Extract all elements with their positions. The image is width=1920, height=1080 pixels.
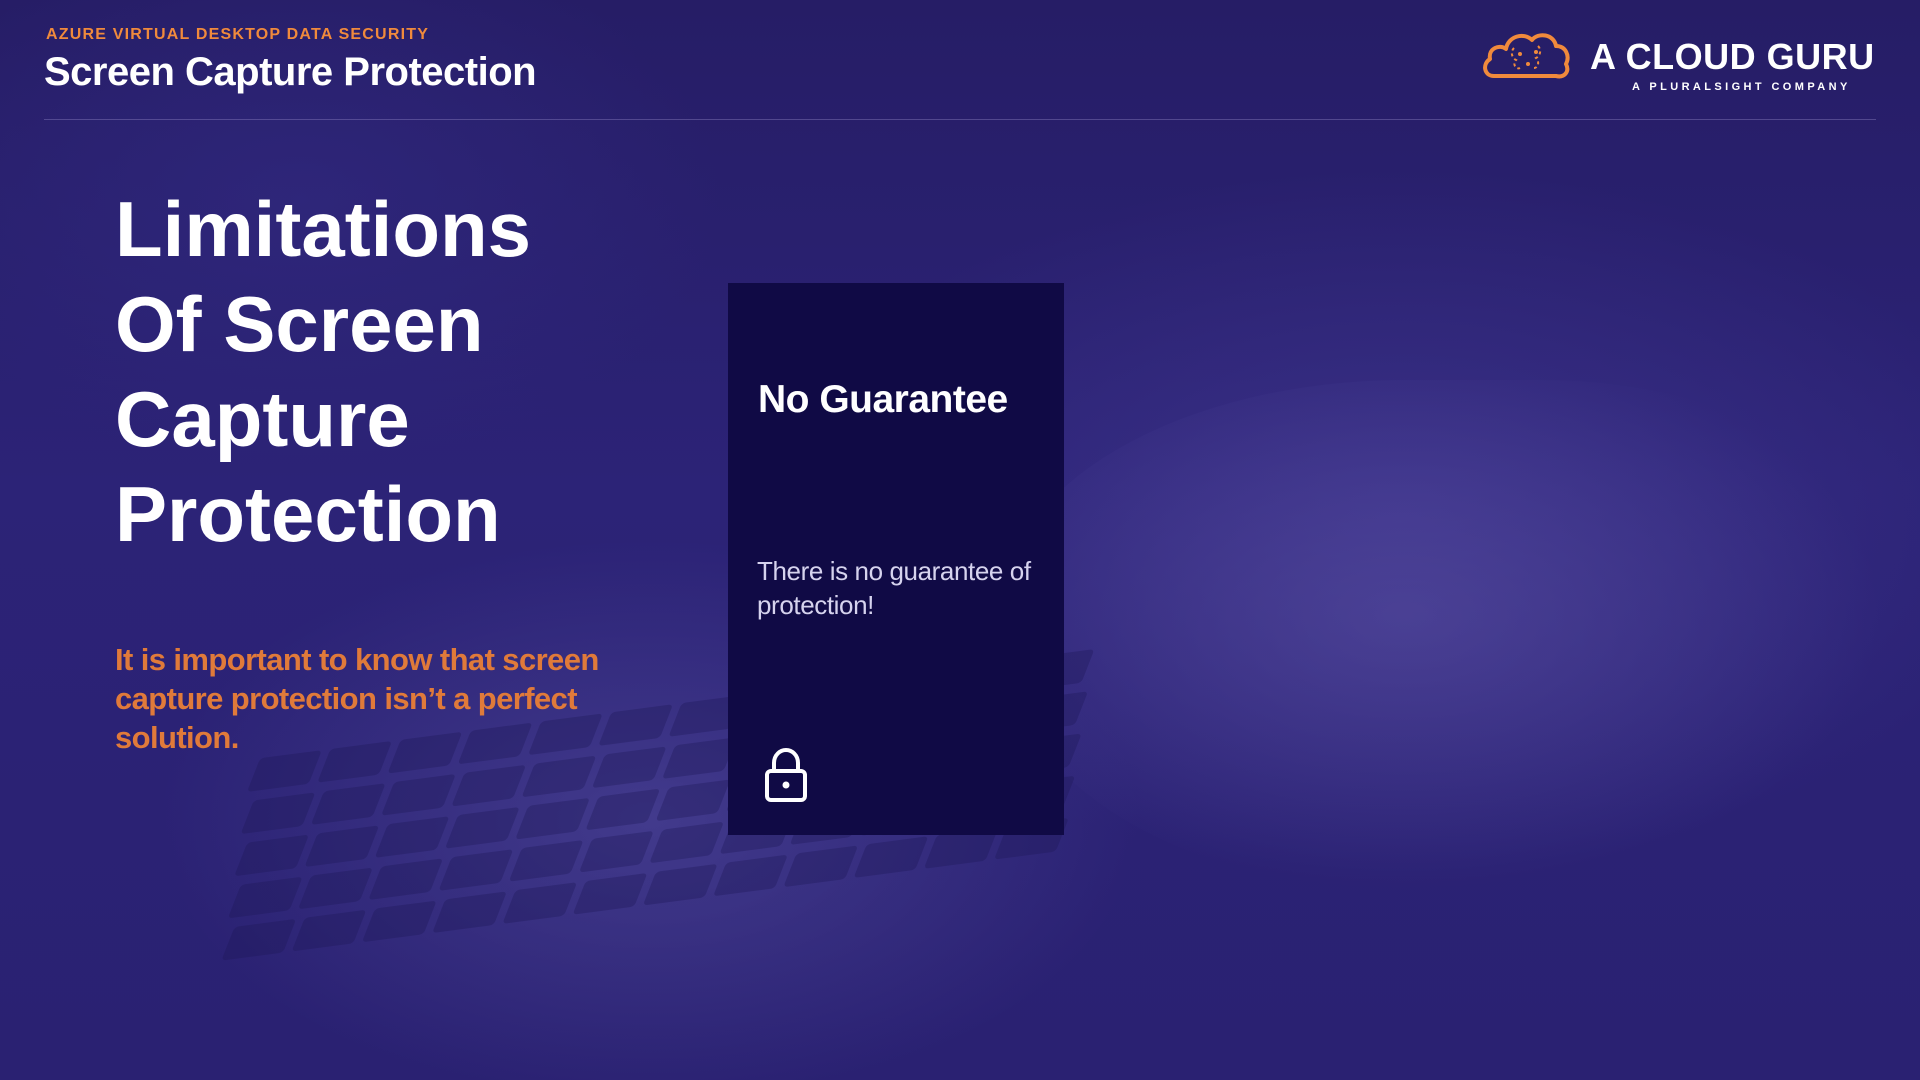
info-card: No Guarantee There is no guarantee of pr…: [728, 283, 1064, 835]
background-key: [368, 858, 444, 901]
background-key: [432, 891, 507, 934]
main-heading-line: Limitations: [115, 185, 532, 273]
cloud-brain-icon: [1483, 33, 1570, 79]
background-key: [642, 863, 718, 906]
callout-text: It is important to know that screen capt…: [115, 642, 599, 755]
header-eyebrow: AZURE VIRTUAL DESKTOP DATA SECURITY: [46, 26, 430, 43]
background-key: [585, 788, 661, 831]
background-key: [304, 825, 380, 868]
background-key: [381, 773, 456, 816]
background-key: [374, 816, 450, 858]
background-key: [783, 845, 859, 888]
brand-logo: A CLOUD GURU A PLURALSIGHT COMPANY: [1480, 26, 1880, 96]
logo-name: A CLOUD GURU: [1590, 36, 1875, 77]
background-key: [515, 797, 591, 840]
background-key: [502, 882, 578, 924]
main-heading-line: Of Screen: [115, 280, 484, 368]
background-key: [713, 854, 788, 897]
background-key: [438, 849, 514, 891]
background-key: [298, 867, 373, 910]
background-key: [508, 839, 584, 882]
slide: AZURE VIRTUAL DESKTOP DATA SECURITY Scre…: [0, 0, 1920, 1080]
background-key: [572, 872, 648, 915]
background-hand-shape: [1000, 380, 1900, 900]
background-key: [234, 834, 310, 877]
background-key: [291, 909, 367, 952]
background-key: [521, 755, 597, 798]
header-title: Screen Capture Protection: [44, 50, 537, 94]
background-key: [578, 830, 654, 873]
background-key: [655, 779, 731, 822]
background-key: [227, 876, 303, 919]
logo-tagline: A PLURALSIGHT COMPANY: [1632, 81, 1851, 93]
background-key: [444, 806, 520, 849]
lock-icon: [765, 747, 807, 802]
background-key: [662, 737, 737, 779]
background-key: [853, 836, 929, 878]
background-key: [240, 792, 316, 835]
background-key: [310, 783, 386, 825]
card-body: There is no guarantee of protection!: [757, 556, 1031, 620]
main-heading: Limitations Of Screen Capture Protection: [115, 182, 635, 562]
header-divider: [44, 119, 1876, 120]
main-heading-line: Protection: [115, 470, 501, 558]
background-key: [221, 918, 297, 961]
background-key: [649, 821, 725, 864]
card-title: No Guarantee: [758, 378, 1008, 421]
main-heading-line: Capture: [115, 375, 410, 463]
background-key: [361, 900, 437, 943]
background-key: [451, 764, 527, 807]
